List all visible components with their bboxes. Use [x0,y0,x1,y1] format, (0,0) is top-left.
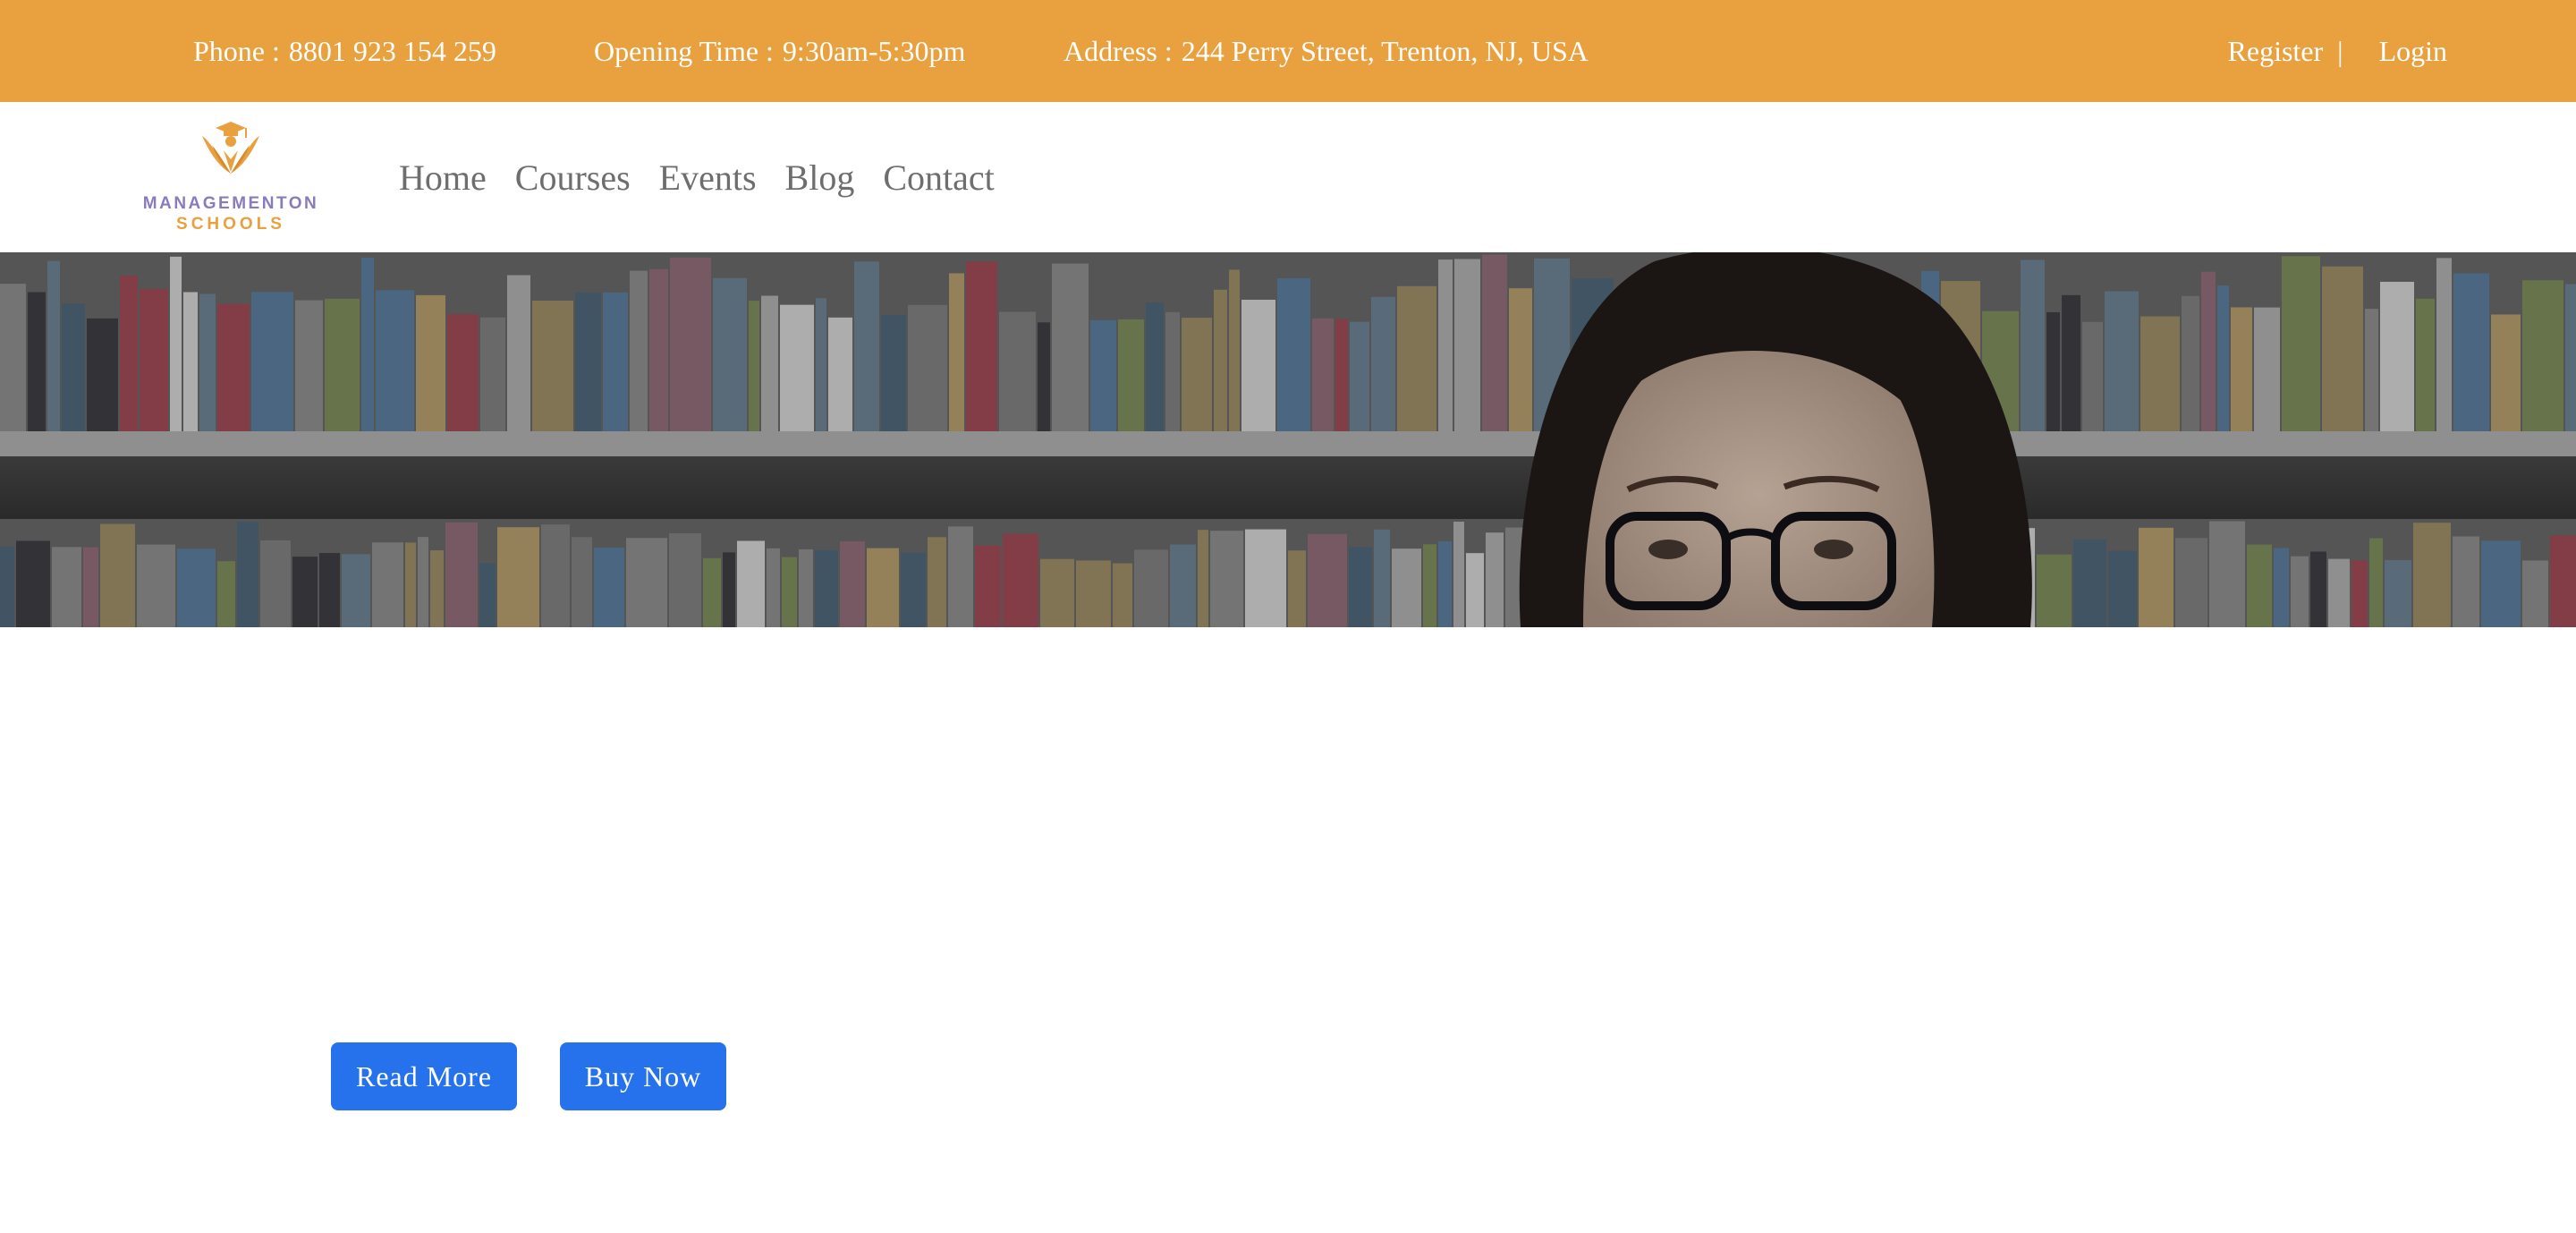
address-info: Address :244 Perry Street, Trenton, NJ, … [1063,0,1589,102]
main-menu: Home Courses Events Blog Contact [399,102,995,252]
buy-now-button[interactable]: Buy Now [560,1042,726,1110]
nav-events[interactable]: Events [659,157,757,199]
nav-courses[interactable]: Courses [515,157,631,199]
logo-text-line2: SCHOOLS [176,215,285,234]
auth-links: Register | Login [2228,0,2447,102]
site-logo[interactable]: MANAGEMENTON SCHOOLS [139,120,323,236]
logo-text-line1: MANAGEMENTON [142,194,319,213]
phone-label: Phone : [193,35,280,67]
nav-contact[interactable]: Contact [883,157,994,199]
register-link[interactable]: Register [2228,0,2324,102]
nav-home[interactable]: Home [399,157,487,199]
address-label: Address : [1063,35,1173,67]
opening-time-label: Opening Time : [594,35,774,67]
phone-info: Phone :8801 923 154 259 [193,0,496,102]
hero-background-image [0,252,2576,627]
nav-blog[interactable]: Blog [785,157,855,199]
phone-value: 8801 923 154 259 [288,35,496,67]
read-more-button[interactable]: Read More [331,1042,517,1110]
main-navbar: MANAGEMENTON SCHOOLS Home Courses Events… [0,102,2576,252]
hero-banner [0,252,2576,627]
login-link[interactable]: Login [2379,0,2447,102]
top-info-bar: Phone :8801 923 154 259 Opening Time :9:… [0,0,2576,102]
address-value: 244 Perry Street, Trenton, NJ, USA [1181,35,1589,67]
graduation-cap-logo-icon [202,122,259,174]
opening-time-value: 9:30am-5:30pm [782,35,966,67]
opening-time-info: Opening Time :9:30am-5:30pm [594,0,965,102]
auth-separator: | [2337,35,2343,67]
